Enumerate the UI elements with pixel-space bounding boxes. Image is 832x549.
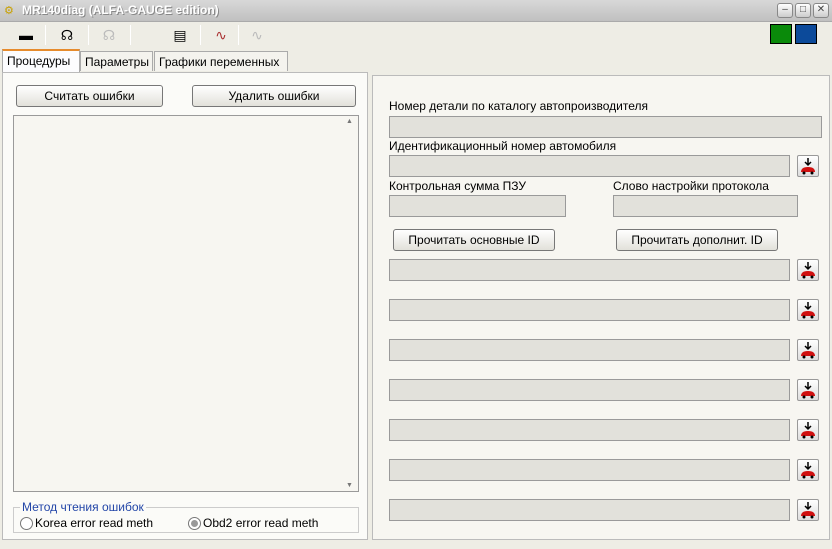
minimize-button[interactable]: – [777,3,793,18]
vin-field[interactable] [389,155,790,177]
tab-parameters[interactable]: Параметры [80,51,153,71]
vin-label: Идентификационный номер автомобиля [389,139,617,153]
car-download-icon[interactable] [797,499,819,521]
radio-obd2-label: Obd2 error read meth [203,516,319,530]
tab-graphs[interactable]: Графики переменных [154,51,288,71]
radio-circle[interactable] [20,516,33,530]
window-title: MR140diag (ALFA-GAUGE edition) [22,3,219,17]
close-button[interactable]: ✕ [813,3,829,18]
connect-icon[interactable]: ☊ [52,24,82,46]
clear-errors-button[interactable]: Удалить ошибки [192,85,356,107]
car-download-icon[interactable] [797,299,819,321]
tab-procedures[interactable]: Процедуры [2,49,80,72]
status-indicator-blue [795,24,817,44]
left-panel: Считать ошибки Удалить ошибки ▲ ▼ Метод … [2,72,368,540]
id-field[interactable] [389,379,790,401]
id-field[interactable] [389,259,790,281]
read-errors-button[interactable]: Считать ошибки [16,85,163,107]
protocol-label: Слово настройки протокола [613,179,769,193]
id-field[interactable] [389,339,790,361]
read-extra-id-button[interactable]: Прочитать дополнит. ID [616,229,778,251]
connect-port-icon[interactable]: ▬ [11,24,41,46]
radio-korea-label: Korea error read meth [35,516,154,530]
part-number-field[interactable] [389,116,822,138]
car-download-icon[interactable] [797,259,819,281]
disconnect-icon[interactable]: ☊ [94,24,124,46]
table-icon[interactable]: ▤ [165,24,195,46]
scrollbar[interactable]: ▲ ▼ [342,116,358,491]
id-field[interactable] [389,459,790,481]
title-bar: ⚙ MR140diag (ALFA-GAUGE edition) – □ ✕ [0,0,832,22]
waveform-icon[interactable]: ∿ [206,24,236,46]
id-field[interactable] [389,499,790,521]
id-field[interactable] [389,419,790,441]
radio-obd2[interactable]: Obd2 error read meth [188,516,318,530]
part-number-label: Номер детали по каталогу автопроизводите… [389,99,648,113]
radio-korea[interactable]: Korea error read meth [20,516,153,530]
car-download-icon[interactable] [797,339,819,361]
protocol-field[interactable] [613,195,798,217]
app-icon: ⚙ [4,5,14,17]
read-method-group: Метод чтения ошибок Korea error read met… [13,500,359,533]
maximize-button[interactable]: □ [795,3,811,18]
radio-circle-checked[interactable] [188,516,201,530]
car-download-icon[interactable] [797,459,819,481]
checksum-field[interactable] [389,195,566,217]
status-indicator-green [770,24,792,44]
car-download-icon[interactable] [797,379,819,401]
group-label: Метод чтения ошибок [20,500,146,514]
car-download-icon[interactable] [797,419,819,441]
toolbar: ▬ ☊ ☊ ▤ ∿ ∿ [0,22,832,48]
read-main-id-button[interactable]: Прочитать основные ID [393,229,555,251]
errors-list[interactable]: ▲ ▼ [13,115,359,492]
car-download-icon[interactable] [797,155,819,177]
id-field[interactable] [389,299,790,321]
checksum-label: Контрольная сумма ПЗУ [389,179,526,193]
waveform-disabled-icon[interactable]: ∿ [242,24,272,46]
